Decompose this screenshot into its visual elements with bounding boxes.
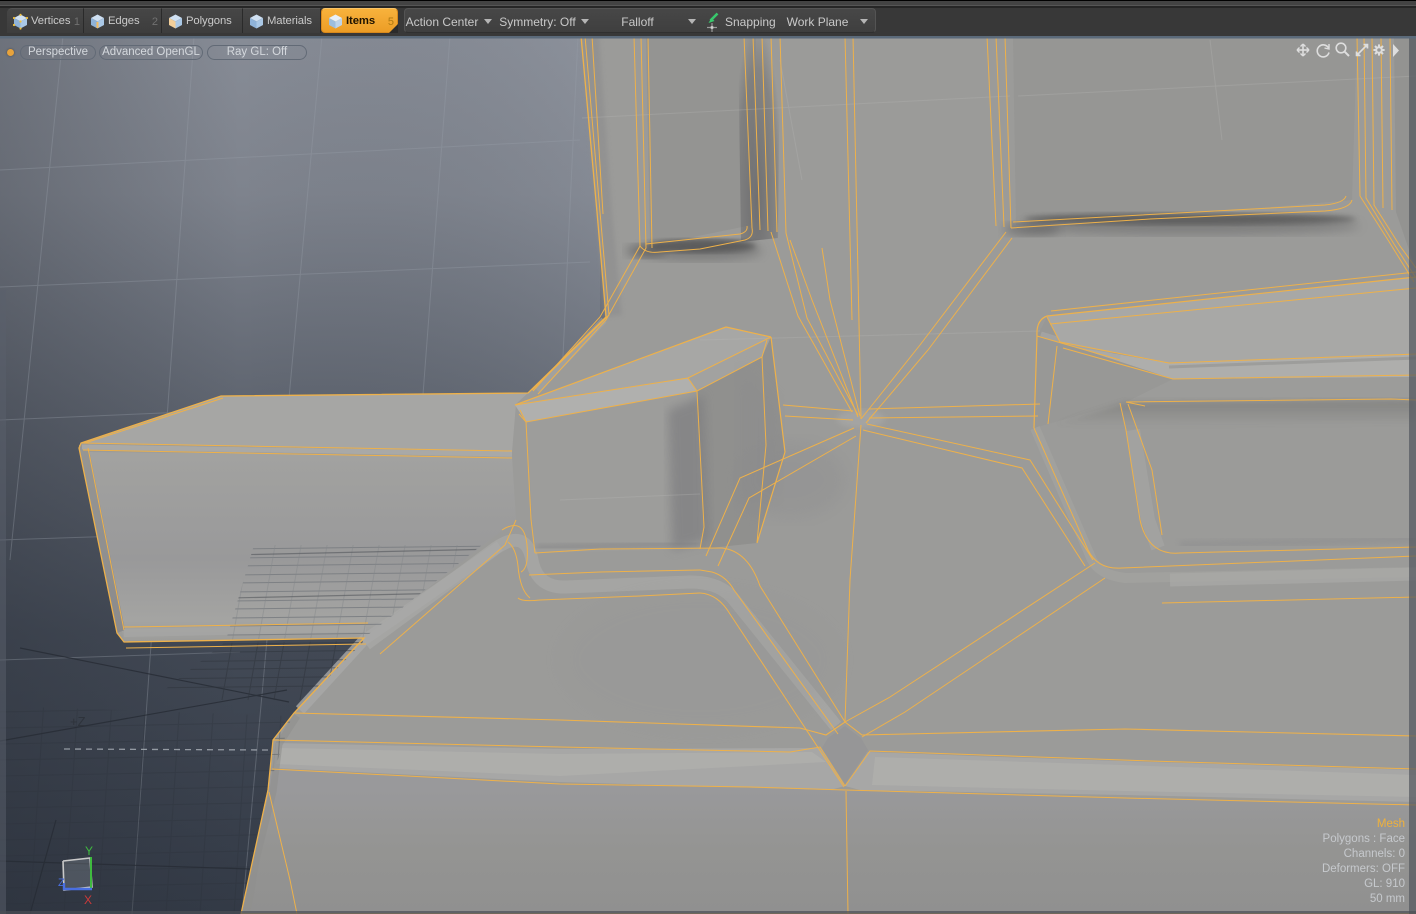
svg-text:Y: Y <box>85 844 93 858</box>
svg-text:Z: Z <box>58 877 65 889</box>
svg-text:+Z: +Z <box>70 714 86 729</box>
svg-text:X: X <box>84 893 92 907</box>
